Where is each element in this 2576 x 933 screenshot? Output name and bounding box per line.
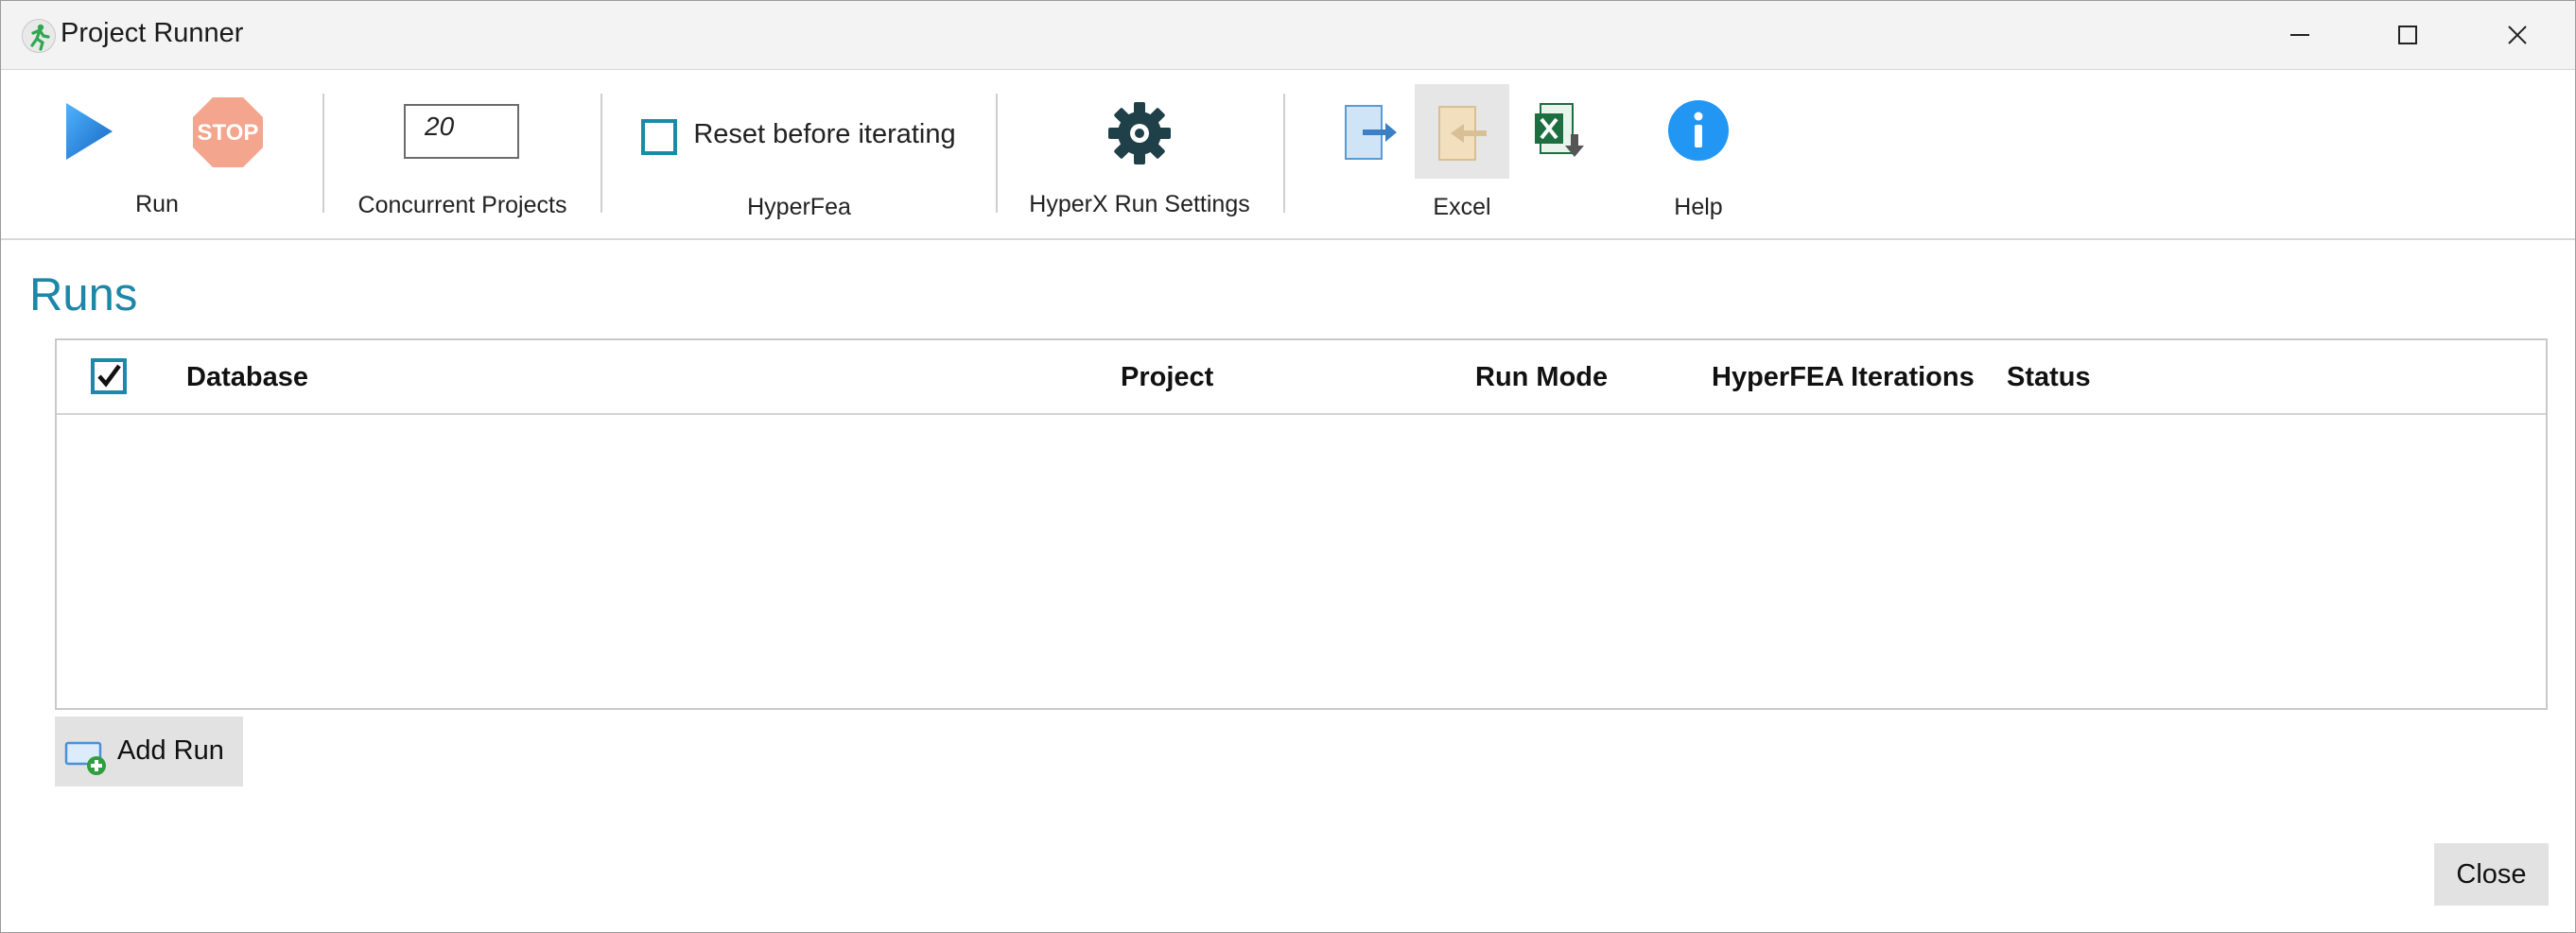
concurrent-projects-input[interactable]: 20 (404, 104, 519, 159)
excel-icon (1535, 103, 1584, 157)
excel-export-button[interactable] (1344, 104, 1399, 163)
app-runner-icon (22, 19, 56, 53)
hyperx-run-settings-label: HyperX Run Settings (1029, 191, 1250, 217)
maximize-icon (2398, 26, 2417, 44)
runs-grid-header: Database Project Run Mode HyperFEA Itera… (57, 340, 2546, 415)
window-title: Project Runner (61, 18, 244, 48)
minimize-button[interactable] (2248, 1, 2352, 69)
toolbar-separator (600, 94, 602, 213)
add-run-button[interactable]: Add Run (55, 717, 243, 786)
runs-grid[interactable]: Database Project Run Mode HyperFEA Itera… (55, 338, 2548, 710)
project-runner-window: Project Runner STOP Run 20 Concurrent Pr… (0, 0, 2576, 933)
info-icon (1668, 100, 1729, 161)
title-bar: Project Runner (1, 1, 2575, 70)
run-button[interactable] (61, 101, 116, 162)
gear-icon (1108, 102, 1171, 164)
excel-import-button[interactable] (1415, 84, 1509, 179)
svg-text:STOP: STOP (198, 120, 259, 146)
toolbar-separator (996, 94, 998, 213)
help-label: Help (1674, 194, 1723, 220)
play-icon (66, 103, 113, 160)
close-window-button[interactable] (2465, 1, 2569, 69)
import-arrow-icon (1438, 106, 1487, 161)
excel-group-label: Excel (1433, 194, 1491, 220)
minimize-icon (2290, 34, 2309, 36)
export-arrow-icon (1345, 105, 1397, 160)
reset-before-iterating-checkbox[interactable] (641, 119, 677, 155)
hyperfea-group-label: HyperFea (747, 194, 851, 220)
concurrent-projects-label: Concurrent Projects (357, 192, 567, 218)
close-button[interactable]: Close (2434, 843, 2549, 906)
column-header-run-mode[interactable]: Run Mode (1475, 362, 1608, 393)
toolbar-separator (322, 94, 324, 213)
toolbar: STOP Run 20 Concurrent Projects Reset be… (1, 70, 2575, 240)
column-header-status[interactable]: Status (2007, 362, 2091, 393)
help-button[interactable] (1667, 99, 1730, 162)
add-run-icon (64, 741, 106, 775)
column-header-hyperfea-iterations[interactable]: HyperFEA Iterations (1712, 362, 1975, 393)
runs-title: Runs (29, 269, 138, 320)
toolbar-separator (1283, 94, 1285, 213)
maximize-button[interactable] (2356, 1, 2460, 69)
reset-before-iterating-label[interactable]: Reset before iterating (693, 119, 955, 150)
column-header-database[interactable]: Database (186, 362, 308, 393)
column-header-project[interactable]: Project (1121, 362, 1213, 393)
hyperx-run-settings-button[interactable] (1105, 99, 1174, 167)
close-icon (2508, 26, 2527, 44)
add-run-label: Add Run (117, 735, 224, 766)
select-all-checkbox[interactable] (91, 358, 127, 394)
checkmark-icon (97, 364, 121, 388)
run-label: Run (135, 191, 179, 217)
excel-download-button[interactable] (1533, 102, 1588, 163)
stop-button[interactable]: STOP (191, 95, 265, 169)
stop-icon: STOP (193, 97, 263, 167)
